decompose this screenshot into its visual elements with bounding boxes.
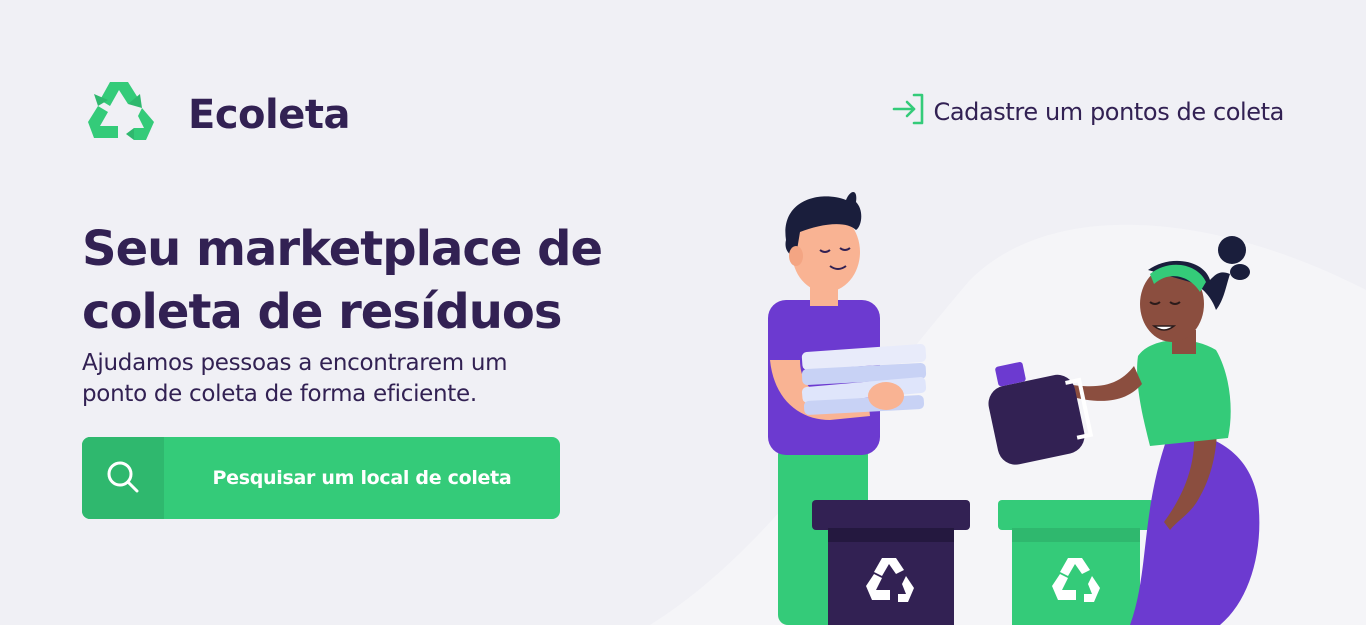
title-line-2: coleta de resíduos (82, 284, 562, 340)
hero-illustration (650, 170, 1366, 625)
hero-description: Ajudamos pessoas a encontrarem um ponto … (82, 350, 508, 407)
title-line-1: Seu marketplace de (82, 221, 603, 277)
log-in-icon (890, 92, 926, 132)
hero-section: Seu marketplace de coleta de resíduos Aj… (82, 218, 642, 410)
page-title: Seu marketplace de coleta de resíduos (82, 218, 642, 344)
brand-name: Ecoleta (188, 92, 350, 138)
recycle-icon (82, 78, 156, 152)
search-collection-point-button[interactable]: Pesquisar um local de coleta (82, 437, 560, 519)
search-button-label: Pesquisar um local de coleta (212, 467, 512, 489)
page-header: Ecoleta Cadastre um pontos de coleta (82, 80, 1284, 150)
search-icon-box (82, 437, 164, 519)
search-icon (105, 459, 141, 498)
register-point-link[interactable]: Cadastre um pontos de coleta (890, 92, 1285, 132)
brand[interactable]: Ecoleta (82, 78, 350, 152)
register-link-label: Cadastre um pontos de coleta (933, 98, 1285, 126)
